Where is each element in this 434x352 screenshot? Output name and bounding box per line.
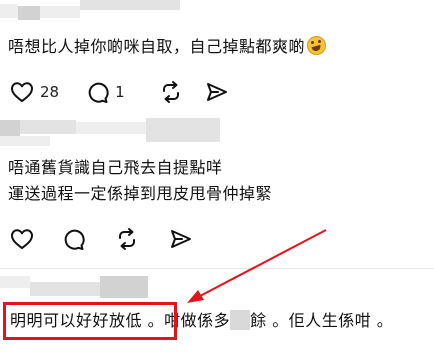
reply-button[interactable]: 1 <box>86 81 125 104</box>
username-blur <box>0 276 30 288</box>
comment-divider <box>0 268 434 269</box>
username-blur <box>0 136 50 146</box>
comment-2-line-1: 唔通舊貨識自己飛去自提點咩 <box>8 158 223 177</box>
reply-count: 1 <box>115 83 125 101</box>
username-blur <box>40 6 80 18</box>
heart-icon <box>11 229 33 249</box>
username-blur <box>76 122 146 134</box>
reply-icon <box>88 82 109 103</box>
rofl-emoji-icon <box>307 36 327 55</box>
repost-icon <box>162 81 179 103</box>
username-blur <box>0 120 20 136</box>
share-button[interactable] <box>205 81 229 103</box>
repost-button[interactable] <box>115 227 139 251</box>
comment-1-text: 唔想比人掉你啲咪自取，自己掉點都爽啲 <box>8 37 306 56</box>
username-blur <box>30 282 100 296</box>
comment-1-actions: 28 1 <box>10 79 229 105</box>
comment-2-line-2: 運送過程一定係掉到甩皮甩骨仲掉緊 <box>8 184 273 203</box>
share-icon <box>206 83 227 101</box>
username-blur <box>0 4 18 18</box>
redacted-block <box>230 310 251 330</box>
comment-2-actions <box>10 226 193 252</box>
share-icon <box>171 230 191 248</box>
like-button[interactable] <box>10 228 34 250</box>
share-button[interactable] <box>169 228 193 250</box>
repost-button[interactable] <box>159 80 183 104</box>
repost-icon <box>119 228 135 250</box>
username-blur <box>146 118 220 142</box>
comment-3-text-part-b: 餘 。佢人生係咁 。 <box>250 311 394 330</box>
like-count: 28 <box>40 83 60 101</box>
username-blur <box>18 6 40 20</box>
annotation-highlight-box <box>3 302 177 340</box>
thread-page: 唔想比人掉你啲咪自取，自己掉點都爽啲 28 1 唔通舊貨識自己飛去自提點咩 運送… <box>0 0 434 352</box>
username-blur <box>20 120 76 134</box>
reply-button[interactable] <box>62 228 85 251</box>
reply-icon <box>64 229 85 250</box>
username-blur <box>80 0 180 10</box>
like-button[interactable]: 28 <box>10 81 59 103</box>
comment-text: 唔想比人掉你啲咪自取，自己掉點都爽啲 <box>8 34 327 60</box>
heart-icon <box>11 82 33 102</box>
username-blur <box>100 276 148 298</box>
